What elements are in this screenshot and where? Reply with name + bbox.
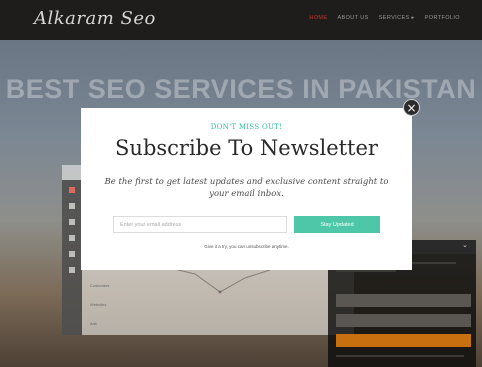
dashboard-row-label: Customers	[90, 283, 110, 288]
site-navbar: Alkaram Seo HOME ABOUT US SERVICES ▸ POR…	[0, 0, 482, 40]
newsletter-modal: DON'T MISS OUT! Subscribe To Newsletter …	[81, 108, 412, 270]
email-input[interactable]	[113, 216, 287, 233]
dashboard-sidebar	[62, 180, 82, 335]
chart-point	[218, 290, 222, 294]
site-logo[interactable]: Alkaram Seo	[34, 8, 156, 29]
modal-note: Give it a try, you can unsubscribe anyti…	[204, 244, 289, 249]
close-icon[interactable]: ×	[403, 99, 420, 116]
modal-description: Be the first to get latest updates and e…	[104, 177, 389, 199]
chart-line	[170, 267, 271, 293]
panel-name-input[interactable]	[336, 294, 471, 307]
nav-item-about[interactable]: ABOUT US	[337, 15, 368, 21]
nav-item-portfolio[interactable]: PORTFOLIO	[425, 15, 460, 21]
panel-text-line	[336, 270, 396, 272]
sidebar-icon	[69, 219, 75, 225]
dashboard-row-label: Ads	[90, 321, 97, 326]
nav-links: HOME ABOUT US SERVICES ▸ PORTFOLIO	[309, 15, 460, 21]
modal-title: Subscribe To Newsletter	[115, 136, 378, 160]
panel-text-line	[336, 355, 464, 357]
dashboard-row-label: Websites	[90, 302, 107, 307]
panel-subscribe-button[interactable]	[336, 334, 471, 347]
nav-item-services[interactable]: SERVICES ▸	[379, 15, 415, 21]
chevron-down-icon[interactable]: ⌄	[462, 241, 468, 249]
sidebar-icon	[69, 203, 75, 209]
nav-item-home[interactable]: HOME	[309, 15, 327, 21]
stay-updated-button[interactable]: Stay Updated	[294, 216, 380, 233]
panel-email-input[interactable]	[336, 314, 471, 327]
modal-kicker: DON'T MISS OUT!	[210, 123, 283, 131]
sidebar-icon	[69, 251, 75, 257]
sidebar-icon	[69, 267, 75, 273]
sidebar-icon	[69, 187, 75, 193]
sidebar-icon	[69, 235, 75, 241]
